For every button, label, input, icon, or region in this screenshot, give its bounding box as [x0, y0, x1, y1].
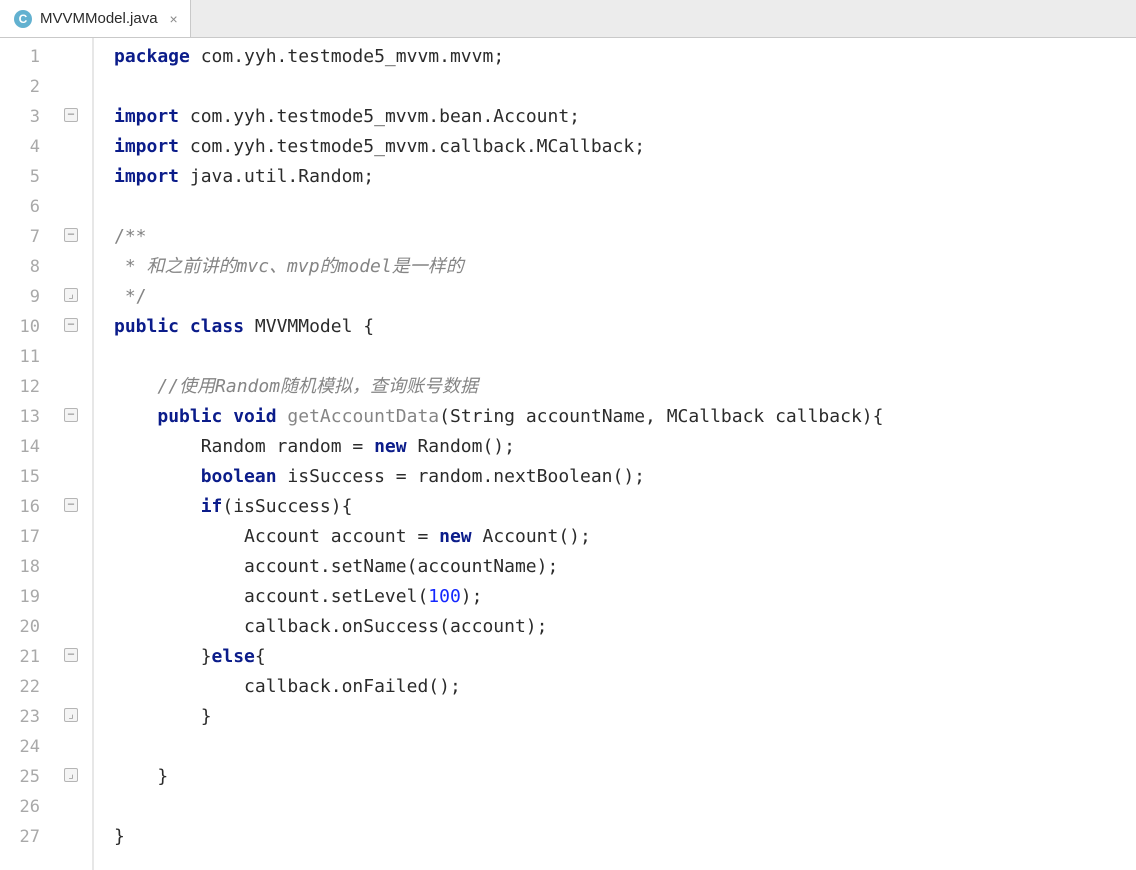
- line-number: 9: [0, 282, 58, 312]
- code-line[interactable]: account.setName(accountName);: [94, 552, 1136, 582]
- fold-row: [58, 732, 92, 762]
- fold-strip: − − ⌟ − − − − ⌟ ⌟: [58, 38, 94, 870]
- class-file-icon: C: [14, 10, 32, 28]
- fold-row: [58, 612, 92, 642]
- line-number: 4: [0, 132, 58, 162]
- line-number: 20: [0, 612, 58, 642]
- file-tab-active[interactable]: C MVVMModel.java ×: [0, 0, 191, 37]
- fold-row: ⌟: [58, 702, 92, 732]
- fold-row: [58, 342, 92, 372]
- fold-row: [58, 552, 92, 582]
- line-number: 17: [0, 522, 58, 552]
- line-number: 3: [0, 102, 58, 132]
- line-number: 10: [0, 312, 58, 342]
- fold-open-icon[interactable]: −: [64, 318, 78, 332]
- code-line[interactable]: public void getAccountData(String accoun…: [94, 402, 1136, 432]
- code-line[interactable]: Random random = new Random();: [94, 432, 1136, 462]
- line-number: 7: [0, 222, 58, 252]
- fold-row: [58, 192, 92, 222]
- fold-row: [58, 672, 92, 702]
- tab-bar: C MVVMModel.java ×: [0, 0, 1136, 38]
- code-line[interactable]: Account account = new Account();: [94, 522, 1136, 552]
- fold-row: −: [58, 312, 92, 342]
- line-number: 15: [0, 462, 58, 492]
- line-number: 19: [0, 582, 58, 612]
- code-line[interactable]: package com.yyh.testmode5_mvvm.mvvm;: [94, 42, 1136, 72]
- line-number: 8: [0, 252, 58, 282]
- line-number: 5: [0, 162, 58, 192]
- line-number: 2: [0, 72, 58, 102]
- fold-row: [58, 162, 92, 192]
- line-number: 11: [0, 342, 58, 372]
- line-number: 12: [0, 372, 58, 402]
- fold-row: [58, 582, 92, 612]
- code-line[interactable]: callback.onFailed();: [94, 672, 1136, 702]
- code-line[interactable]: import com.yyh.testmode5_mvvm.bean.Accou…: [94, 102, 1136, 132]
- fold-row: [58, 42, 92, 72]
- code-line[interactable]: [94, 342, 1136, 372]
- code-line[interactable]: boolean isSuccess = random.nextBoolean()…: [94, 462, 1136, 492]
- line-number: 1: [0, 42, 58, 72]
- code-line[interactable]: }: [94, 702, 1136, 732]
- line-number: 6: [0, 192, 58, 222]
- fold-row: [58, 792, 92, 822]
- fold-row: [58, 252, 92, 282]
- fold-mid-icon[interactable]: −: [64, 648, 78, 662]
- line-number: 13: [0, 402, 58, 432]
- fold-open-icon[interactable]: −: [64, 228, 78, 242]
- code-line[interactable]: * 和之前讲的mvc、mvp的model是一样的: [94, 252, 1136, 282]
- line-number: 22: [0, 672, 58, 702]
- code-line[interactable]: */: [94, 282, 1136, 312]
- fold-row: −: [58, 222, 92, 252]
- line-number: 25: [0, 762, 58, 792]
- close-icon[interactable]: ×: [166, 11, 178, 27]
- line-number: 27: [0, 822, 58, 852]
- line-number: 18: [0, 552, 58, 582]
- fold-row: −: [58, 642, 92, 672]
- code-line[interactable]: /**: [94, 222, 1136, 252]
- fold-row: ⌟: [58, 762, 92, 792]
- code-line[interactable]: [94, 792, 1136, 822]
- code-line[interactable]: import java.util.Random;: [94, 162, 1136, 192]
- code-line[interactable]: account.setLevel(100);: [94, 582, 1136, 612]
- fold-row: −: [58, 102, 92, 132]
- editor-pane: 1234567891011121314151617181920212223242…: [0, 38, 1136, 870]
- code-line[interactable]: [94, 732, 1136, 762]
- file-tab-label: MVVMModel.java: [40, 10, 158, 27]
- line-number: 23: [0, 702, 58, 732]
- fold-row: −: [58, 492, 92, 522]
- line-number: 21: [0, 642, 58, 672]
- line-number: 16: [0, 492, 58, 522]
- fold-row: [58, 372, 92, 402]
- fold-row: ⌟: [58, 282, 92, 312]
- code-area[interactable]: package com.yyh.testmode5_mvvm.mvvm;impo…: [94, 38, 1136, 870]
- fold-open-icon[interactable]: −: [64, 408, 78, 422]
- fold-close-icon[interactable]: ⌟: [64, 288, 78, 302]
- code-line[interactable]: }: [94, 822, 1136, 852]
- code-line[interactable]: if(isSuccess){: [94, 492, 1136, 522]
- line-number: 14: [0, 432, 58, 462]
- code-line[interactable]: [94, 192, 1136, 222]
- code-line[interactable]: [94, 72, 1136, 102]
- fold-close-icon[interactable]: ⌟: [64, 708, 78, 722]
- fold-row: −: [58, 402, 92, 432]
- fold-close-icon[interactable]: ⌟: [64, 768, 78, 782]
- code-line[interactable]: public class MVVMModel {: [94, 312, 1136, 342]
- fold-row: [58, 72, 92, 102]
- code-line[interactable]: callback.onSuccess(account);: [94, 612, 1136, 642]
- fold-open-icon[interactable]: −: [64, 498, 78, 512]
- code-line[interactable]: import com.yyh.testmode5_mvvm.callback.M…: [94, 132, 1136, 162]
- fold-row: [58, 432, 92, 462]
- fold-row: [58, 822, 92, 852]
- code-line[interactable]: }else{: [94, 642, 1136, 672]
- fold-row: [58, 462, 92, 492]
- line-number: 24: [0, 732, 58, 762]
- code-line[interactable]: //使用Random随机模拟，查询账号数据: [94, 372, 1136, 402]
- line-number: 26: [0, 792, 58, 822]
- fold-row: [58, 522, 92, 552]
- fold-open-icon[interactable]: −: [64, 108, 78, 122]
- line-number-gutter: 1234567891011121314151617181920212223242…: [0, 38, 58, 870]
- code-line[interactable]: }: [94, 762, 1136, 792]
- fold-row: [58, 132, 92, 162]
